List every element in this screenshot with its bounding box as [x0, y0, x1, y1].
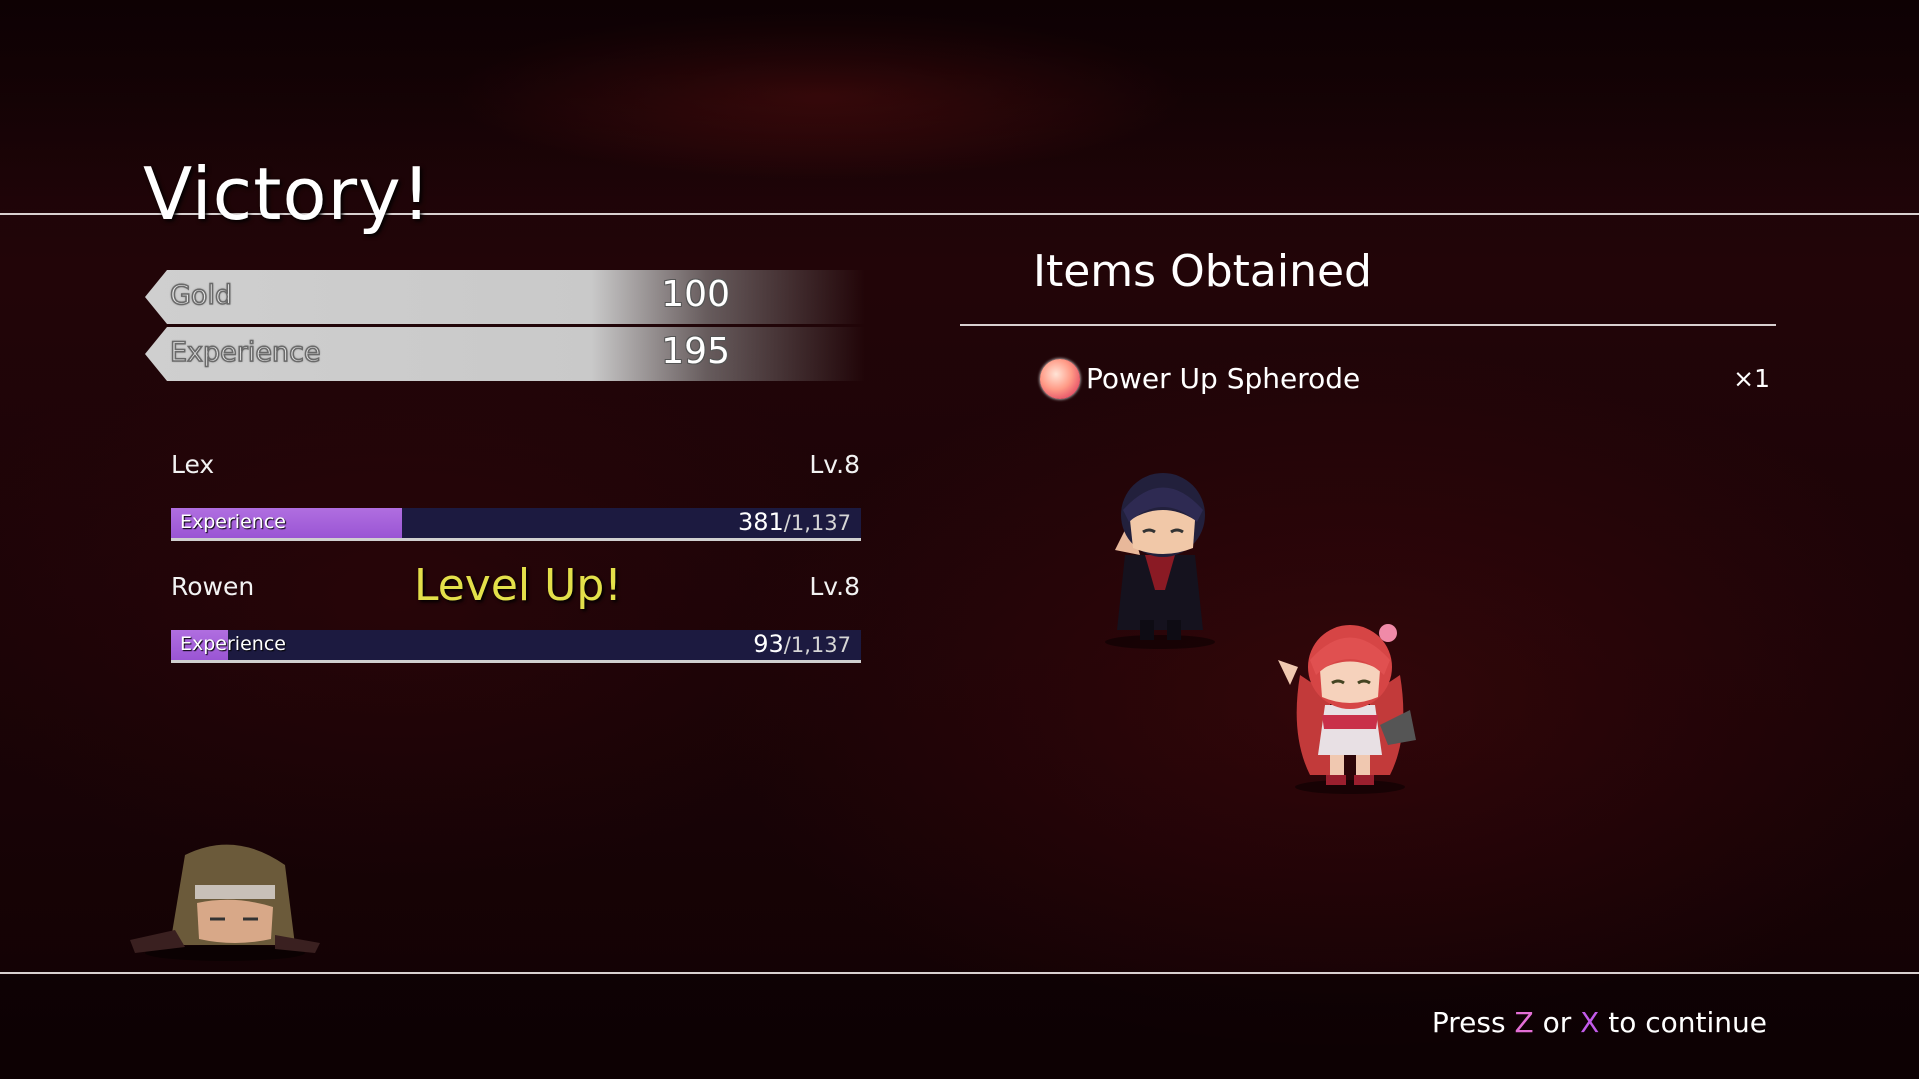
exp-bar: Experience 381/1,137 — [171, 508, 861, 541]
exp-bar-label: Experience — [180, 633, 286, 655]
gold-value: 100 — [661, 274, 730, 315]
exp-bar-label: Experience — [180, 511, 286, 533]
prompt-press-text: Press — [1431, 1006, 1506, 1039]
gold-reward-bar — [145, 270, 865, 324]
exp-max: /1,137 — [783, 633, 851, 657]
exp-bar-values: 93/1,137 — [753, 630, 851, 658]
exp-bar-values: 381/1,137 — [738, 508, 851, 536]
victory-title: Victory! — [143, 152, 432, 236]
items-divider — [960, 324, 1776, 326]
fallen-ally-sprite — [130, 844, 320, 961]
prompt-or-text: or — [1542, 1006, 1572, 1039]
exp-bar: Experience 93/1,137 — [171, 630, 861, 663]
party-member-level: Lv.8 — [809, 572, 860, 601]
level-up-text: Level Up! — [414, 560, 622, 611]
footer-divider — [0, 972, 1919, 974]
continue-prompt: Press Z or X to continue — [1400, 1006, 1767, 1039]
item-name: Power Up Spherode — [1086, 362, 1361, 395]
party-member-level: Lv.8 — [809, 450, 860, 479]
exp-max: /1,137 — [783, 511, 851, 535]
z-key-hint: Z — [1514, 1006, 1534, 1039]
dark-haired-hero-sprite — [1105, 473, 1215, 649]
party-member-name: Rowen — [171, 572, 255, 601]
exp-current: 93 — [753, 630, 784, 658]
item-quantity: ×1 — [1733, 364, 1770, 393]
exp-current: 381 — [737, 508, 784, 536]
items-obtained-title: Items Obtained — [1033, 246, 1372, 297]
experience-value: 195 — [661, 331, 730, 372]
experience-label: Experience — [169, 336, 321, 369]
red-haired-girl-sprite — [1278, 624, 1416, 794]
spherode-orb-icon — [1040, 359, 1080, 399]
prompt-continue-text: to continue — [1608, 1006, 1767, 1039]
gold-label: Gold — [169, 279, 233, 312]
x-key-hint: X — [1580, 1006, 1600, 1039]
party-member-name: Lex — [171, 450, 215, 479]
